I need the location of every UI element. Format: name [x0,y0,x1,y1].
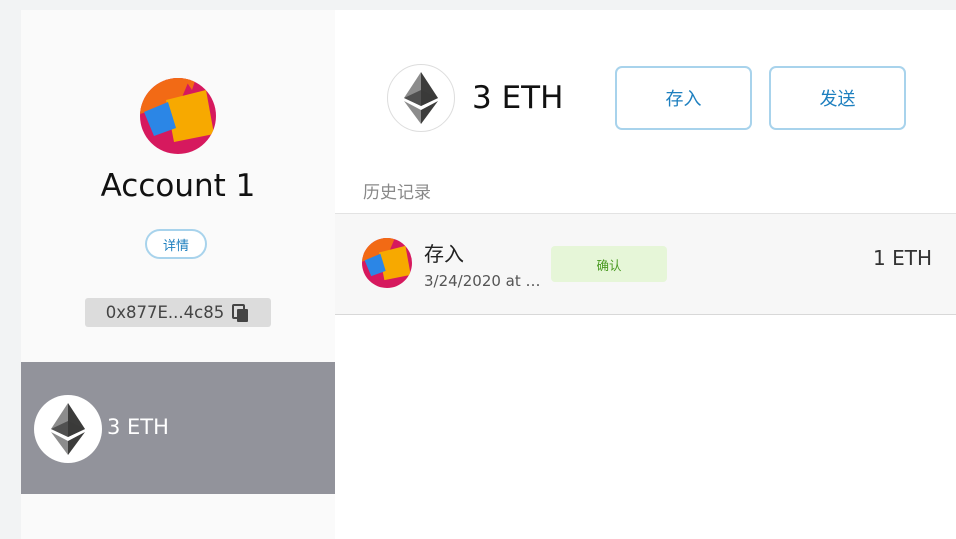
transaction-date: 3/24/2020 at 1... [424,272,548,290]
transaction-amount: 1 ETH [873,246,932,270]
main-panel: 3 ETH 存入 发送 历史记录 存入 3/24/2020 at 1... 确认… [335,10,956,539]
asset-list-item-eth[interactable]: 3 ETH [21,362,335,494]
ethereum-logo-icon [34,395,102,463]
details-button[interactable]: 详情 [145,229,207,259]
account-panel: Account 1 详情 0x877E...4c85 3 ETH [21,10,335,539]
wallet-app: Account 1 详情 0x877E...4c85 3 ETH 3 ETH 存… [21,10,956,539]
transaction-type: 存入 [424,242,464,266]
history-title: 历史记录 [363,183,431,203]
account-identicon[interactable] [140,78,216,154]
copy-icon [232,303,249,322]
transaction-status-badge: 确认 [551,246,667,282]
asset-amount: 3 ETH [107,415,169,439]
transaction-identicon [362,238,412,288]
address-copy-button[interactable]: 0x877E...4c85 [85,298,271,327]
transaction-row[interactable]: 存入 3/24/2020 at 1... 确认 1 ETH [335,213,956,315]
send-button[interactable]: 发送 [769,66,906,130]
deposit-button[interactable]: 存入 [615,66,752,130]
balance-amount: 3 ETH [472,80,564,116]
ethereum-logo-icon [387,64,455,132]
account-name: Account 1 [100,168,256,204]
account-address: 0x877E...4c85 [105,303,225,322]
